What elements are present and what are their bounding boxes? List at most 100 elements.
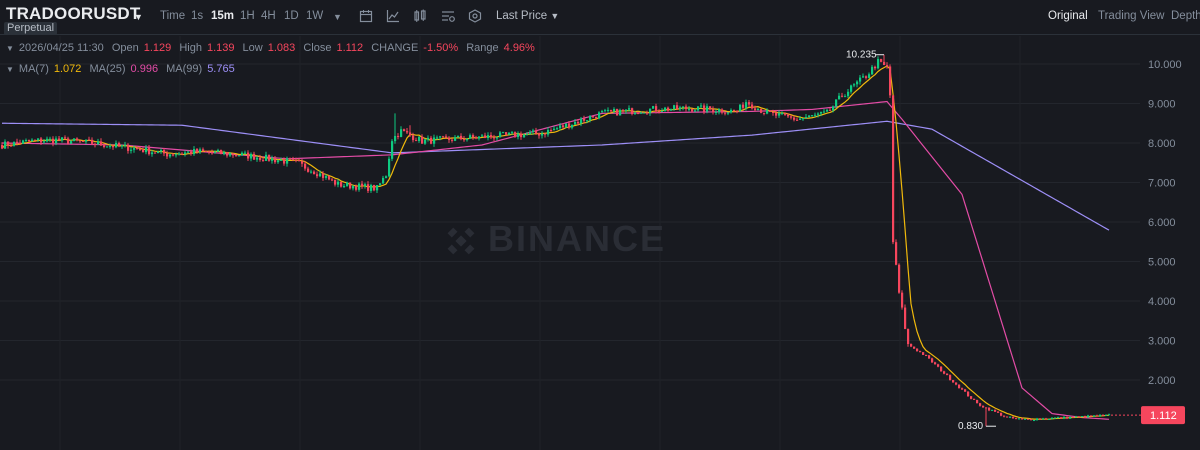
candle-body (442, 136, 445, 138)
view-original[interactable]: Original (1048, 10, 1088, 22)
tf-1d[interactable]: 1D (284, 10, 299, 22)
candle-body (397, 135, 400, 137)
candle-body (1105, 414, 1108, 416)
candle-body (454, 137, 457, 141)
candle-body (1060, 417, 1063, 419)
candle-body (94, 143, 97, 145)
candle-body (76, 138, 79, 141)
ma25-value: 0.996 (130, 63, 159, 75)
legend-collapse-icon[interactable]: ▼ (6, 44, 14, 53)
tf-more-icon[interactable]: ▼ (333, 12, 342, 22)
candle-body (466, 138, 469, 141)
symbol-dropdown-icon[interactable]: ▼ (134, 12, 143, 22)
candle-body (931, 358, 934, 363)
candle-body (850, 85, 853, 92)
candle-body (172, 154, 175, 156)
candle-body (547, 129, 550, 135)
tf-4h[interactable]: 4H (261, 10, 276, 22)
candle-body (148, 147, 151, 155)
calendar-icon[interactable] (359, 9, 373, 23)
candle-type-icon[interactable] (413, 9, 427, 23)
candle-body (685, 106, 688, 110)
candle-body (676, 105, 679, 110)
candle-body (625, 109, 628, 111)
view-trading-view[interactable]: Trading View (1098, 10, 1164, 22)
candle-body (907, 328, 910, 345)
candle-body (340, 181, 343, 187)
ma99-label: MA(99) (166, 63, 203, 75)
ma-collapse-icon[interactable]: ▼ (6, 65, 14, 74)
change-label: CHANGE (371, 42, 419, 54)
candle-body (790, 116, 793, 118)
line-chart-icon[interactable] (386, 9, 400, 23)
candle-body (361, 183, 364, 186)
candle-body (670, 109, 673, 111)
candle-body (199, 149, 202, 152)
candle-body (430, 137, 433, 144)
candle-body (55, 138, 58, 144)
candle-body (139, 148, 142, 150)
candle-body (157, 151, 160, 154)
ma7-label: MA(7) (18, 63, 49, 75)
candle-body (616, 109, 619, 116)
candle-body (64, 137, 67, 139)
tf-1h[interactable]: 1H (240, 10, 255, 22)
ma25-label: MA(25) (89, 63, 126, 75)
candle-body (820, 111, 823, 114)
candle-body (187, 151, 190, 153)
candle-body (418, 136, 421, 141)
candle-body (253, 153, 256, 160)
candle-body (505, 132, 508, 135)
candle-body (988, 407, 991, 411)
candle-body (703, 105, 706, 112)
candle-body (610, 109, 613, 112)
candle-body (151, 152, 154, 155)
price-type-dropdown[interactable]: Last Price ▼ (496, 10, 559, 22)
candle-body (451, 139, 454, 141)
tf-15m[interactable]: 15m (211, 10, 234, 22)
close-value: 1.112 (336, 42, 364, 54)
candle-body (796, 119, 799, 121)
chart-toolbar: TRADOORUSDT ▼ Perpetual Time 1s 15m 1H 4… (0, 0, 1200, 35)
candle-body (934, 362, 937, 365)
candle-body (88, 139, 91, 141)
candle-body (520, 133, 523, 138)
candle-body (859, 77, 862, 82)
candle-body (868, 74, 871, 78)
candle-body (304, 163, 307, 169)
candle-body (82, 140, 85, 142)
candle-body (664, 107, 667, 112)
candle-body (877, 59, 880, 69)
candle-body (337, 181, 340, 185)
indicator-settings-icon[interactable] (441, 9, 455, 23)
candle-body (1003, 415, 1006, 417)
candle-body (802, 118, 805, 120)
candle-body (334, 179, 337, 185)
candle-body (112, 145, 115, 148)
candle-body (271, 158, 274, 161)
candle-body (553, 128, 556, 131)
candle-body (541, 133, 544, 136)
candle-body (1063, 416, 1066, 419)
candle-body (667, 107, 670, 111)
candle-body (61, 137, 64, 141)
candle-body (475, 137, 478, 139)
view-depth[interactable]: Depth (1171, 10, 1200, 22)
candle-body (940, 366, 943, 372)
low-marker-label: 0.830 (958, 421, 983, 432)
candle-body (46, 138, 49, 142)
candle-body (739, 104, 742, 112)
tf-1w[interactable]: 1W (306, 10, 323, 22)
candle-body (1084, 416, 1087, 418)
symbol-title[interactable]: TRADOORUSDT (6, 4, 140, 24)
tf-1s[interactable]: 1s (191, 10, 203, 22)
candle-body (166, 153, 169, 157)
candle-body (364, 184, 367, 186)
candle-body (205, 151, 208, 153)
candle-body (661, 111, 664, 113)
tf-time[interactable]: Time (160, 10, 185, 22)
candle-body (394, 135, 397, 142)
candle-body (619, 109, 622, 116)
hexagon-settings-icon[interactable] (468, 9, 482, 23)
candle-body (844, 96, 847, 98)
